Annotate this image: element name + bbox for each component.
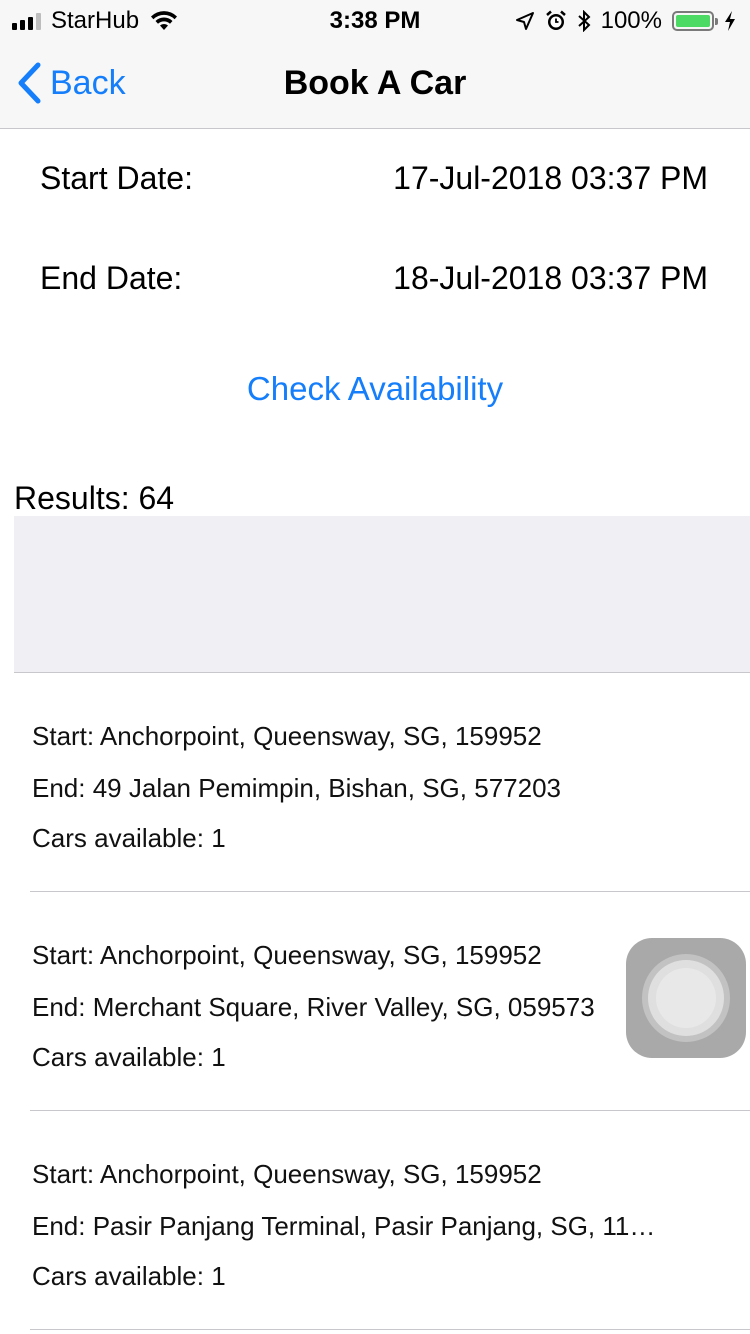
end-date-field[interactable]: 18-Jul-2018 03:37 PM [393,260,708,297]
status-bar: StarHub 3:38 PM 100% [0,0,750,40]
screen: StarHub 3:38 PM 100% Back Book A Car Sta… [0,0,750,1334]
battery-icon [672,11,718,31]
table-header-spacer [14,516,750,673]
start-location: Start: Anchorpoint, Queensway, SG, 15995… [32,721,542,751]
assistive-touch-button[interactable] [626,938,746,1058]
end-date-label: End Date: [40,260,183,296]
battery-percent: 100% [600,7,662,34]
list-item[interactable]: Start: Anchorpoint, Queensway, SG, 15995… [0,673,750,892]
end-location: End: Merchant Square, River Valley, SG, … [32,992,595,1022]
end-location: End: 49 Jalan Pemimpin, Bishan, SG, 5772… [32,773,561,803]
results-count: Results: 64 [14,480,175,516]
check-availability-button[interactable]: Check Availability [0,370,750,408]
assistive-touch-icon [656,968,716,1028]
start-date-field[interactable]: 17-Jul-2018 03:37 PM [393,160,708,197]
cars-available: Cars available: 1 [32,823,226,853]
cars-available: Cars available: 1 [32,1261,226,1291]
end-date-row: End Date: 18-Jul-2018 03:37 PM [40,260,710,300]
page-title: Book A Car [283,64,467,102]
alarm-icon [545,10,566,30]
location-icon [515,12,534,30]
start-date-label: Start Date: [40,160,193,196]
start-location: Start: Anchorpoint, Queensway, SG, 15995… [32,1159,542,1189]
status-right: 100% [515,7,736,35]
end-location: End: Pasir Panjang Terminal, Pasir Panja… [32,1211,656,1241]
start-location: Start: Anchorpoint, Queensway, SG, 15995… [32,940,542,970]
cars-available: Cars available: 1 [32,1042,226,1072]
row-separator [30,1329,750,1330]
start-date-row: Start Date: 17-Jul-2018 03:37 PM [40,160,710,200]
navigation-bar: Back Book A Car [0,40,750,129]
charging-icon [725,11,735,31]
bluetooth-icon [577,10,591,32]
list-item[interactable]: Start: Anchorpoint, Queensway, SG, 15995… [0,1111,750,1330]
